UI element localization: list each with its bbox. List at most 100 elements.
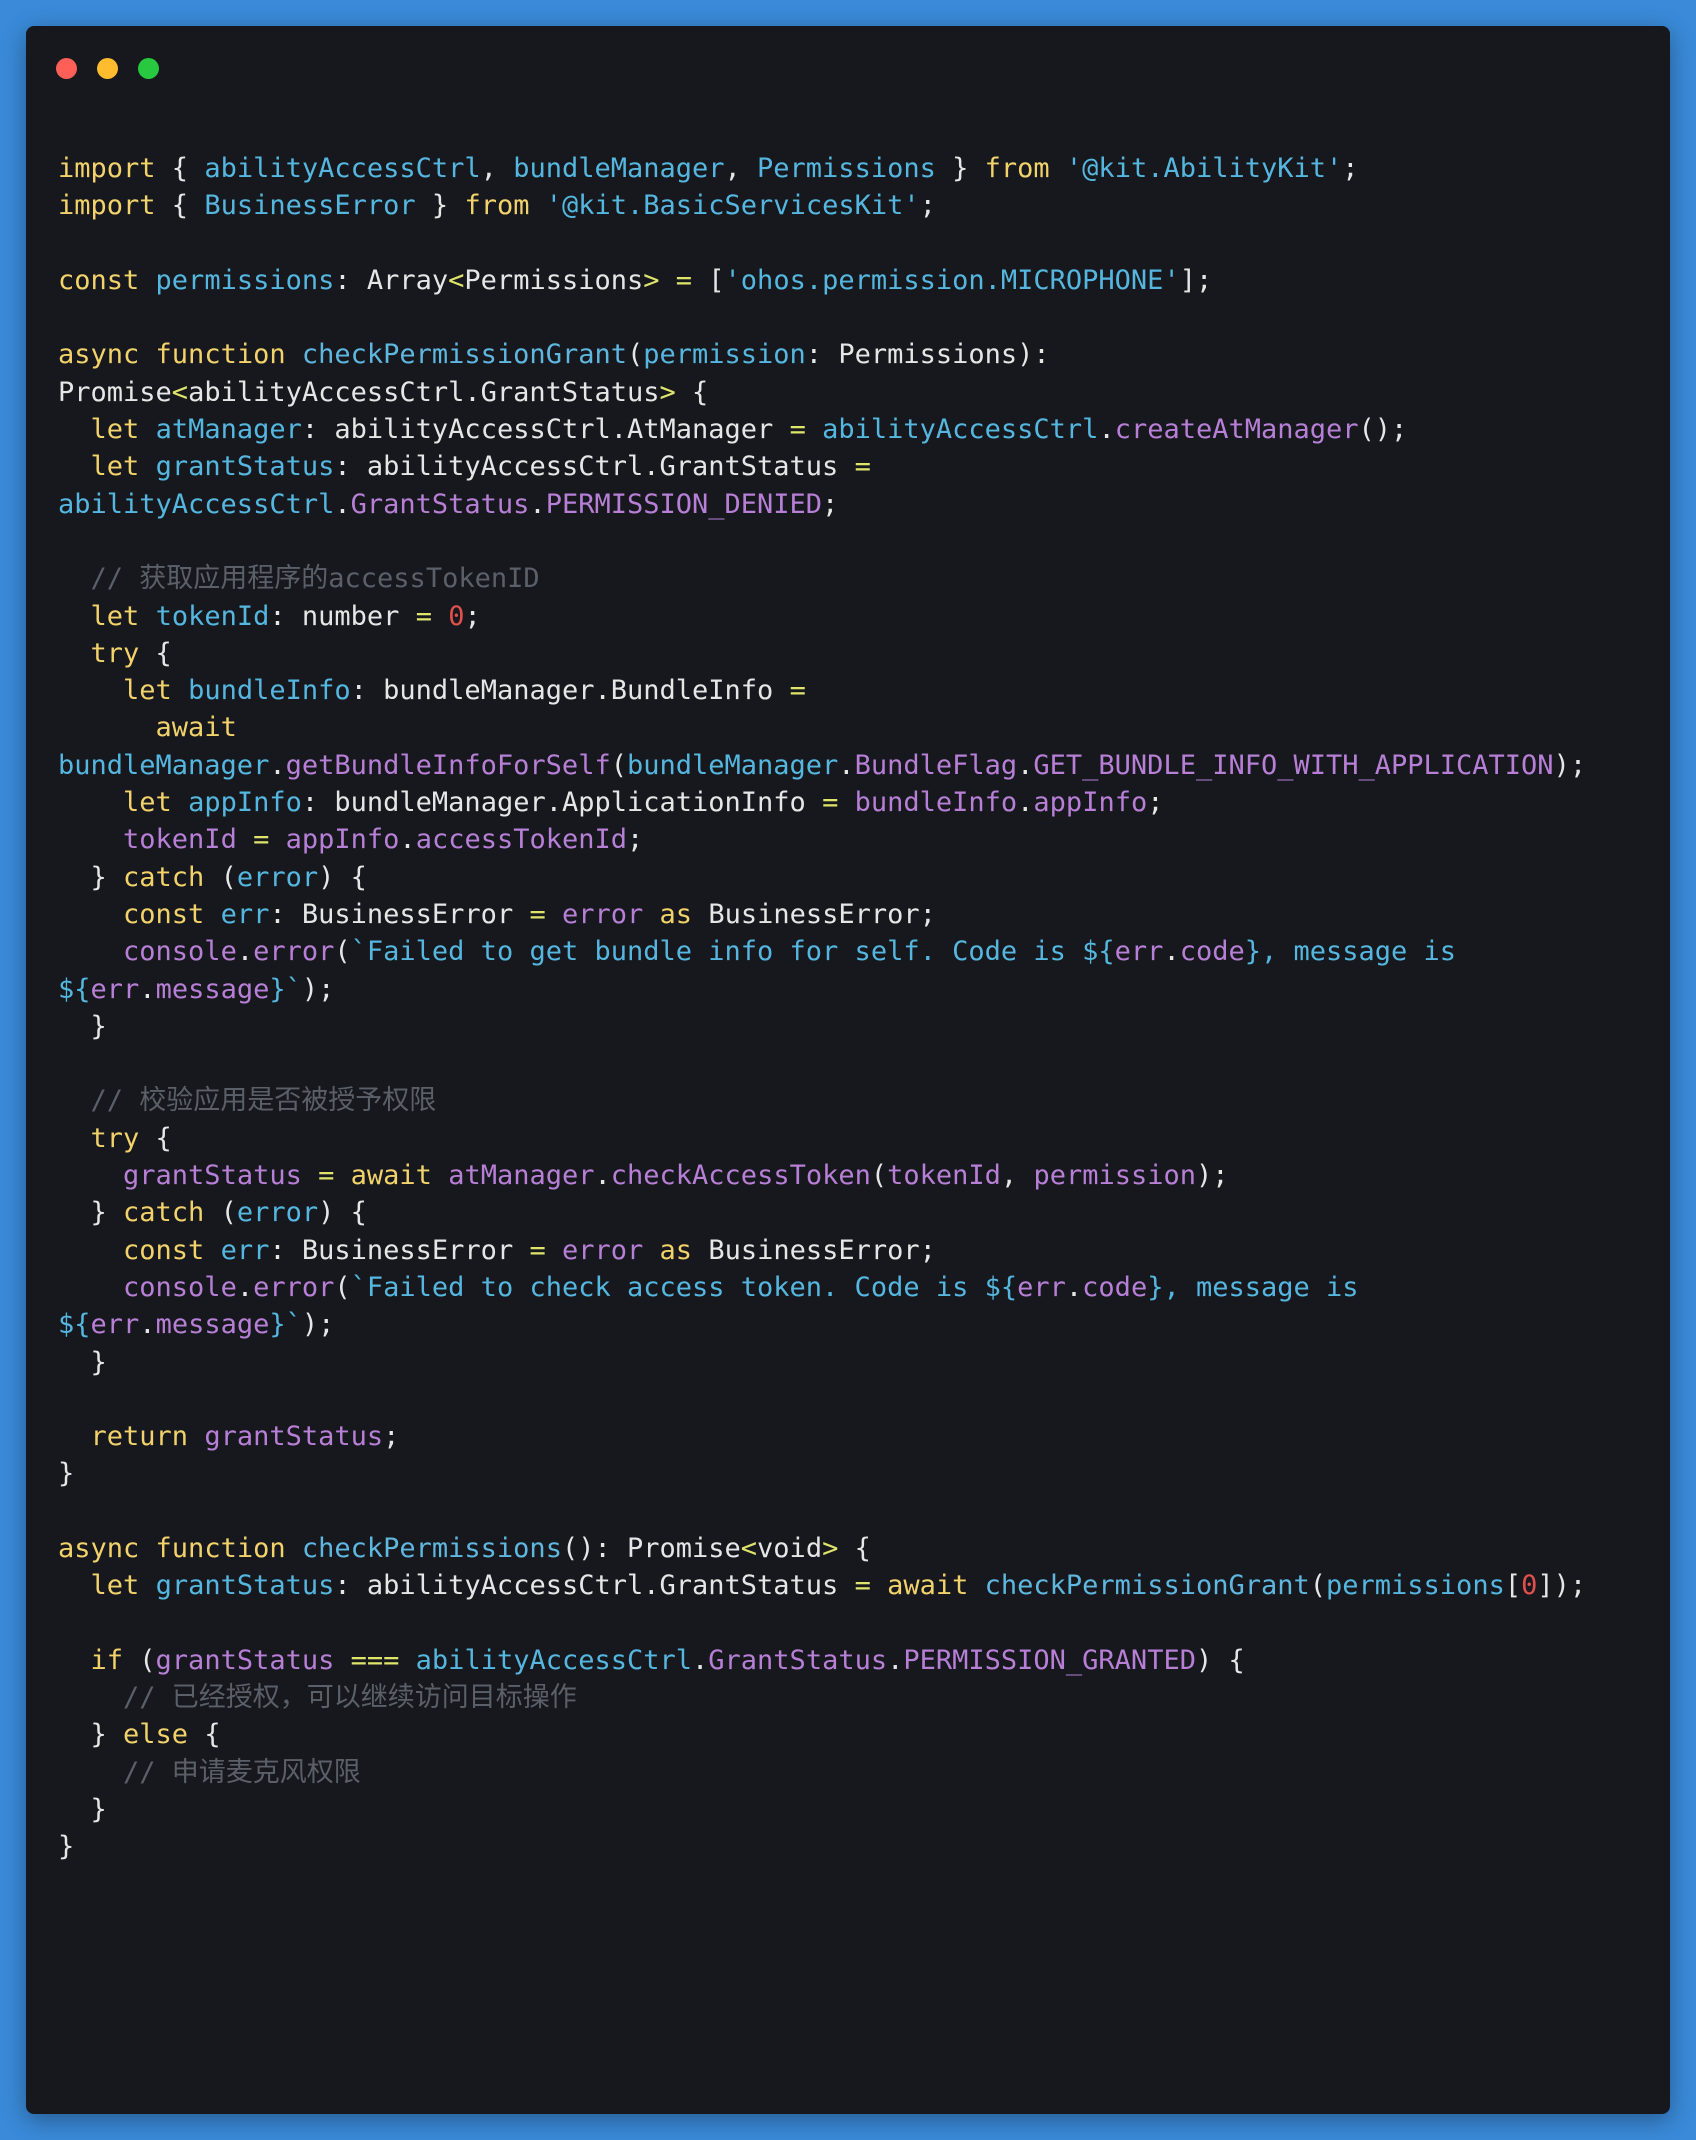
code-token: ); bbox=[1553, 749, 1587, 781]
code-token: catch bbox=[123, 861, 205, 893]
code-line: async function checkPermissions(): Promi… bbox=[58, 1530, 1586, 1567]
code-token: 0 bbox=[448, 600, 465, 632]
code-token: const bbox=[58, 264, 140, 296]
close-dot-icon[interactable] bbox=[56, 58, 77, 79]
code-token: async bbox=[58, 339, 140, 371]
code-token: error bbox=[562, 898, 644, 930]
code-token: err bbox=[90, 1309, 140, 1341]
code-line: } else { bbox=[58, 1716, 1586, 1753]
code-token: PERMISSION_DENIED bbox=[545, 488, 823, 520]
code-line: // 校验应用是否被授予权限 bbox=[58, 1082, 1586, 1119]
code-token: ; bbox=[919, 1234, 936, 1266]
code-token: err bbox=[220, 898, 270, 930]
code-token: // 获取应用程序的accessTokenID bbox=[90, 563, 540, 595]
code-token: `Failed to get bundle info for self. Cod… bbox=[350, 936, 1115, 968]
code-token: ) { bbox=[318, 1197, 367, 1229]
code-token: abilityAccessCtrl.GrantStatus bbox=[366, 1570, 839, 1602]
code-token: , bbox=[480, 153, 514, 184]
code-token: } bbox=[58, 1458, 75, 1490]
code-token: // 申请麦克风权限 bbox=[123, 1756, 361, 1788]
code-token: '@kit.BasicServicesKit' bbox=[545, 190, 920, 222]
code-token: as bbox=[659, 1234, 693, 1266]
code-token: checkPermissions bbox=[301, 1532, 562, 1564]
code-token: grantStatus bbox=[155, 1644, 335, 1676]
code-token: console bbox=[123, 1271, 237, 1303]
code-token: try bbox=[90, 637, 140, 669]
code-line: } catch (error) { bbox=[58, 1194, 1586, 1231]
code-line: return grantStatus; bbox=[58, 1418, 1586, 1455]
code-token: ; bbox=[464, 600, 481, 632]
code-token: import bbox=[58, 153, 156, 184]
window-titlebar bbox=[56, 58, 159, 79]
code-token: . bbox=[594, 1160, 611, 1192]
code-token: : bbox=[805, 339, 839, 371]
code-token: : bbox=[301, 414, 335, 446]
code-token: ( bbox=[870, 1160, 888, 1192]
code-token: = bbox=[415, 600, 432, 632]
code-line: console.error(`Failed to get bundle info… bbox=[58, 933, 1586, 970]
code-token: permissions bbox=[1326, 1570, 1505, 1602]
code-token: } bbox=[58, 1831, 75, 1863]
code-token: ]); bbox=[1537, 1570, 1587, 1602]
code-token: checkPermissionGrant bbox=[301, 339, 627, 371]
code-token: : bbox=[350, 675, 384, 707]
code-token: = bbox=[789, 675, 806, 707]
code-token: [ bbox=[1504, 1570, 1522, 1602]
code-token: { bbox=[139, 1122, 172, 1154]
code-token: // 已经授权，可以继续访问目标操作 bbox=[123, 1682, 577, 1714]
code-token: abilityAccessCtrl bbox=[415, 1644, 693, 1676]
code-token: . bbox=[399, 824, 416, 856]
code-token: atManager bbox=[155, 414, 302, 446]
code-token: ( bbox=[204, 1197, 237, 1229]
code-token: ): bbox=[1017, 339, 1050, 371]
code-token: > bbox=[659, 376, 676, 408]
code-token: < bbox=[171, 376, 189, 408]
code-token: abilityAccessCtrl.GrantStatus bbox=[188, 376, 660, 408]
code-token: function bbox=[155, 1532, 286, 1564]
code-line: } catch (error) { bbox=[58, 859, 1586, 896]
code-token: bundleManager bbox=[513, 153, 725, 184]
code-token: }, message is bbox=[1147, 1271, 1359, 1303]
zoom-dot-icon[interactable] bbox=[138, 58, 159, 79]
code-token: [ bbox=[692, 264, 725, 296]
code-token: err bbox=[1114, 936, 1164, 968]
code-token: else bbox=[123, 1719, 189, 1751]
code-token: === bbox=[350, 1644, 400, 1676]
code-token: abilityAccessCtrl.AtManager bbox=[334, 414, 774, 446]
code-line: const err: BusinessError = error as Busi… bbox=[58, 1232, 1586, 1269]
code-token: appInfo bbox=[1033, 787, 1148, 819]
minimize-dot-icon[interactable] bbox=[97, 58, 118, 79]
code-token: ]; bbox=[1179, 264, 1213, 296]
code-token: Array bbox=[366, 264, 449, 296]
code-line: } bbox=[58, 1791, 1586, 1828]
code-token: as bbox=[659, 898, 693, 930]
code-token: } bbox=[58, 1010, 107, 1042]
code-token: ) { bbox=[318, 861, 367, 893]
code-line: import { abilityAccessCtrl, bundleManage… bbox=[58, 150, 1586, 187]
code-token: ); bbox=[1196, 1160, 1229, 1192]
code-token: , bbox=[724, 153, 758, 184]
